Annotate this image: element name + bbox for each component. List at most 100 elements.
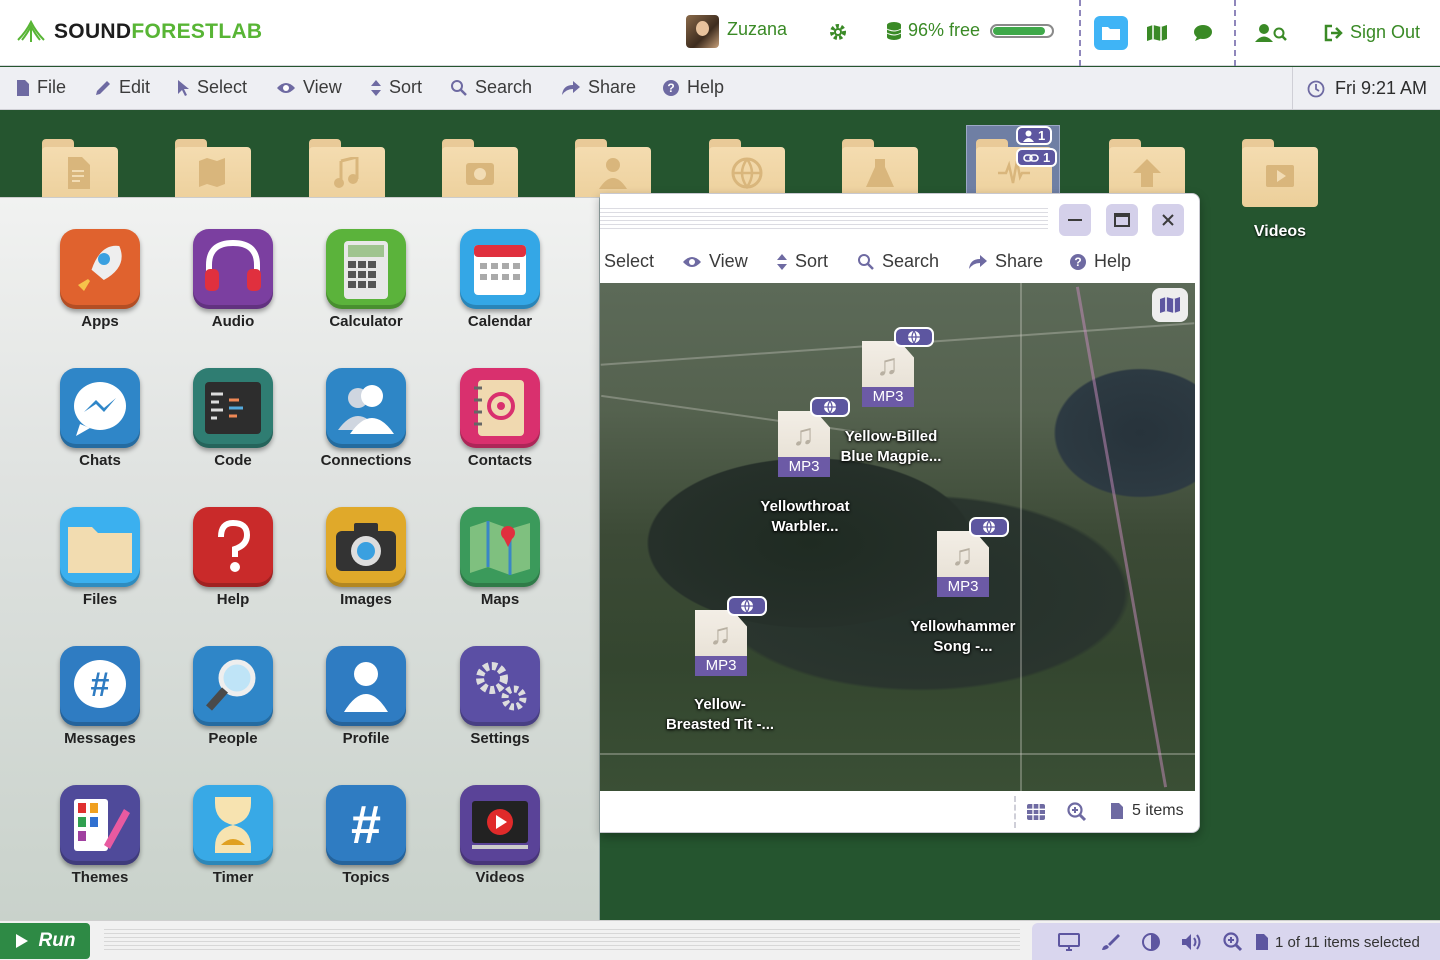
desktop-folder-photo[interactable] <box>442 139 518 207</box>
shared-badge[interactable]: 1 <box>1016 126 1053 145</box>
minimize-button[interactable] <box>1059 204 1091 236</box>
map-pin-mp3[interactable]: ♫ MP3 <box>695 610 747 676</box>
menu-view[interactable]: View <box>276 77 342 98</box>
zoom-in-icon[interactable] <box>1067 802 1087 822</box>
window-menu-share[interactable]: Share <box>968 251 1043 272</box>
window-menu-search[interactable]: Search <box>857 251 939 272</box>
app-calendar[interactable]: Calendar <box>440 229 560 330</box>
map-pin-mp3[interactable]: ♫ MP3 <box>778 411 830 477</box>
window-menu-sort[interactable]: Sort <box>776 251 828 272</box>
menu-file[interactable]: File <box>16 77 66 98</box>
app-files[interactable]: Files <box>40 507 160 608</box>
app-settings[interactable]: Settings <box>440 646 560 747</box>
public-badge[interactable] <box>969 517 1009 537</box>
app-topics[interactable]: # Topics <box>306 785 426 886</box>
app-label: Maps <box>480 591 520 608</box>
map-pin-label[interactable]: Yellowhammer Song -... <box>898 617 1028 657</box>
app-contacts[interactable]: Contacts <box>440 368 560 469</box>
zoom-button[interactable] <box>1212 932 1253 952</box>
map-pin-label[interactable]: Yellow-Billed Blue Magpie... <box>826 427 956 467</box>
brush-button[interactable] <box>1089 932 1130 952</box>
map-pin-label[interactable]: Yellow- Breasted Tit -... <box>655 695 785 735</box>
brand-logo[interactable]: SOUNDFORESTLAB <box>16 20 262 44</box>
menu-select[interactable]: Select <box>176 77 247 98</box>
window-menu-select[interactable]: Select <box>604 251 654 272</box>
app-messages[interactable]: # Messages <box>40 646 160 747</box>
app-themes[interactable]: Themes <box>40 785 160 886</box>
user-search-button[interactable] <box>1254 16 1288 50</box>
window-menu-view[interactable]: View <box>682 251 748 272</box>
item-count-label: 5 items <box>1132 802 1184 819</box>
desktop-folder-globe[interactable] <box>709 139 785 207</box>
app-profile[interactable]: Profile <box>306 646 426 747</box>
sign-out-button[interactable]: Sign Out <box>1324 22 1420 43</box>
app-audio[interactable]: Audio <box>173 229 293 330</box>
grid-view-icon[interactable] <box>1027 804 1045 820</box>
map-pin-label-line1: Yellowthroat <box>760 498 850 515</box>
public-badge[interactable] <box>810 397 850 417</box>
taskbar-track <box>104 929 1020 953</box>
user-profile[interactable]: Zuzana <box>686 15 787 48</box>
links-badge[interactable]: 1 <box>1016 148 1058 167</box>
public-badge[interactable] <box>894 327 934 347</box>
menu-help[interactable]: ? Help <box>662 77 724 98</box>
map-pin-icon <box>470 521 530 575</box>
clock-text: Fri 9:21 AM <box>1335 78 1428 98</box>
volume-button[interactable] <box>1171 932 1212 952</box>
app-people[interactable]: People <box>173 646 293 747</box>
app-images[interactable]: Images <box>306 507 426 608</box>
desktop-folder-map[interactable] <box>175 139 251 207</box>
public-badge[interactable] <box>727 596 767 616</box>
map-street <box>600 753 1195 755</box>
app-videos[interactable]: Videos <box>440 785 560 886</box>
desktop-folder-document[interactable] <box>42 139 118 207</box>
app-connections[interactable]: Connections <box>306 368 426 469</box>
menu-share[interactable]: Share <box>561 77 636 98</box>
selection-status-text: 1 of 11 items selected <box>1275 933 1420 951</box>
title-drag-handle[interactable] <box>600 208 1048 230</box>
app-tile: # <box>326 785 406 865</box>
chat-bubble-icon <box>1194 25 1212 41</box>
app-label: Settings <box>470 730 530 747</box>
palette-icon <box>74 799 130 851</box>
desktop-folder-person[interactable] <box>575 139 651 207</box>
file-icon <box>1256 934 1268 950</box>
contrast-button[interactable] <box>1130 932 1171 952</box>
display-button[interactable] <box>1048 933 1089 951</box>
window-title-bar[interactable] <box>600 194 1200 242</box>
map-pin-mp3[interactable]: ♫ MP3 <box>862 341 914 407</box>
satellite-map[interactable]: ♫ MP3 Yellow-Billed Blue Magpie... ♫ MP3 Yello… <box>600 283 1195 791</box>
app-calculator[interactable]: Calculator <box>306 229 426 330</box>
cursor-icon <box>178 79 189 96</box>
window-menu-help[interactable]: ? Help <box>1069 251 1131 272</box>
menu-search[interactable]: Search <box>450 77 532 98</box>
app-help[interactable]: Help <box>173 507 293 608</box>
app-code[interactable]: Code <box>173 368 293 469</box>
globe-icon <box>824 400 836 414</box>
storage-indicator[interactable]: 96% free <box>886 20 1055 41</box>
map-pin-mp3[interactable]: ♫ MP3 <box>937 531 989 597</box>
app-tile <box>60 785 140 865</box>
chat-view-button[interactable] <box>1186 16 1220 50</box>
folder-view-button[interactable] <box>1094 16 1128 50</box>
desktop-folder-upload[interactable] <box>1109 139 1185 207</box>
app-apps[interactable]: Apps <box>40 229 160 330</box>
map-layers-button[interactable] <box>1152 288 1188 322</box>
map-pin-label[interactable]: Yellowthroat Warbler... <box>740 497 870 537</box>
desktop-folder-music[interactable] <box>309 139 385 207</box>
menu-sort[interactable]: Sort <box>370 77 422 98</box>
desktop-folder-flask[interactable] <box>842 139 918 207</box>
run-label: Run <box>38 930 76 951</box>
menu-search-label: Search <box>475 77 533 97</box>
maximize-button[interactable] <box>1106 204 1138 236</box>
menu-edit[interactable]: Edit <box>94 77 150 98</box>
app-timer[interactable]: Timer <box>173 785 293 886</box>
close-button[interactable] <box>1152 204 1184 236</box>
map-view-button[interactable] <box>1140 16 1174 50</box>
desktop-folder-videos[interactable] <box>1242 139 1318 207</box>
app-maps[interactable]: Maps <box>440 507 560 608</box>
globe-icon <box>983 520 995 534</box>
gear-icon[interactable] <box>828 22 848 42</box>
app-chats[interactable]: Chats <box>40 368 160 469</box>
run-button[interactable]: Run <box>0 923 90 959</box>
